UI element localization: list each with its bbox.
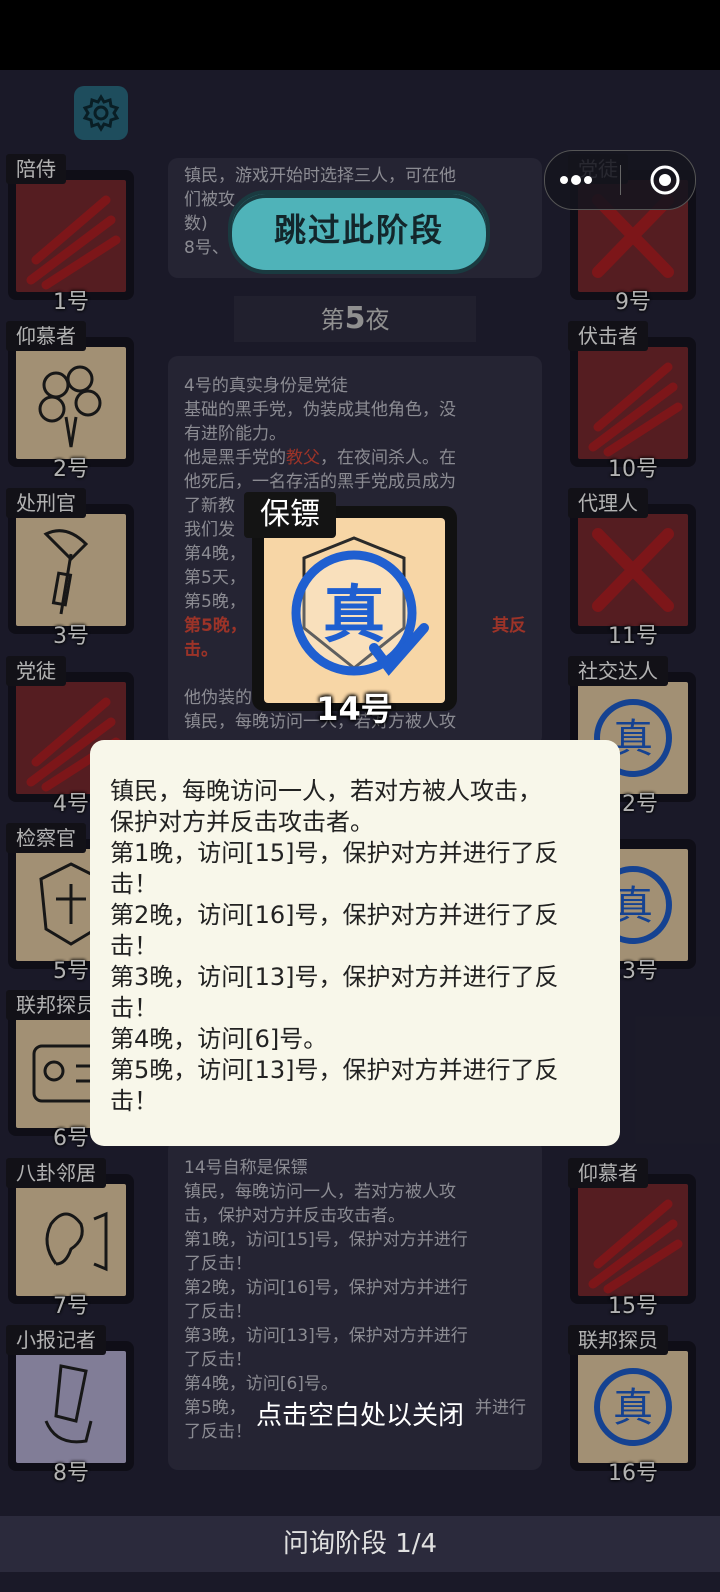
popup-line: 第3晚，访问[13]号，保护对方并进行了反 [110,963,559,991]
claw-mark-icon [588,362,683,457]
info-line: 基础的黑手党，伪装成其他角色，没 [184,400,456,420]
axe-icon [43,529,89,615]
info-line: 14号自称是保镖 [184,1158,308,1178]
info-line: 镇民，游戏开始时选择三人，可在他 [184,166,456,186]
role-tag: 保镖 [244,492,336,538]
role-tag: 代理人 [568,488,648,518]
info-line: 了反击！ [184,1350,252,1370]
seat-number: 2号 [53,457,89,482]
info-line: 4号的真实身份是党徒 [184,376,348,396]
popup-line: 第1晚，访问[15]号，保护对方并进行了反 [110,839,559,867]
info-text: ，在夜间杀人。在 [320,448,456,468]
seat-number: 14号 [316,690,393,728]
skip-phase-button[interactable]: 跳过此阶段 [228,190,490,274]
seal-glyph: 真 [323,578,385,651]
close-miniapp-icon[interactable] [648,163,682,197]
role-tag: 联邦探员 [568,1325,668,1355]
role-tag: 八卦邻居 [6,1158,106,1188]
popup-line: 镇民，每晚访问一人，若对方被人攻击， [110,777,542,805]
role-tag: 仰慕者 [568,1158,648,1188]
role-tag: 党徒 [6,656,66,686]
role-tag: 处刑官 [6,488,86,518]
player-card-10[interactable]: 伏击者 10号 [564,321,702,482]
seat-number: 16号 [608,1461,658,1486]
claw-mark-icon [26,195,121,290]
info-text: 其反 [492,616,526,636]
player-card-11[interactable]: 代理人 11号 [564,488,702,649]
info-text: 他是黑手党的 [184,448,286,468]
settings-button[interactable] [74,86,128,140]
role-tag: 小报记者 [6,1325,106,1355]
capsule-divider [620,165,622,195]
night-indicator: 第5夜 [234,296,476,342]
card-portrait [16,347,126,459]
bouquet-icon [38,365,102,448]
seat-number: 1号 [53,290,89,315]
card-portrait [16,514,126,626]
info-line: 第4晚，访问[6]号。 [184,1374,338,1394]
player-card-2[interactable]: 仰慕者 2号 [2,321,140,482]
card-portrait: 真 [264,518,445,703]
popup-line: 击！ [110,1087,158,1115]
night-number: 5 [344,301,366,336]
player-card-7[interactable]: 八卦邻居 7号 [2,1158,140,1319]
role-tag: 仰慕者 [6,321,86,351]
player-card-15[interactable]: 仰慕者 15号 [564,1158,702,1319]
tap-to-close-hint: 点击空白处以关闭 [255,1401,464,1431]
popup-line: 保护对方并反击攻击者。 [110,808,374,836]
info-text: 第5晚， [184,616,247,636]
highlight-role: 教父 [286,448,320,468]
info-line: 击，保护对方并反击攻击者。 [184,1206,405,1226]
popup-line: 第5晚，访问[13]号，保护对方并进行了反 [110,1056,559,1084]
info-line: 有进阶能力。 [184,424,286,444]
role-tag: 检察官 [6,823,86,853]
card-portrait [16,1184,126,1296]
role-tag: 伏击者 [568,321,648,351]
info-line: 了反击！ [184,1302,252,1322]
ear-icon [45,1211,108,1272]
player-card-3[interactable]: 处刑官 3号 [2,488,140,649]
seat-number: 3号 [53,624,89,649]
claw-mark-icon [588,1199,683,1294]
info-line: 第1晚，访问[15]号，保护对方并进行 [184,1230,468,1250]
seat-number: 9号 [615,290,651,315]
verified-seal-icon: 真 [291,536,429,676]
seat-number: 10号 [608,457,658,482]
miniapp-capsule [544,150,696,210]
info-line: 他死后，一名存活的黑手党成员成为 [184,472,456,492]
role-tag: 陪侍 [6,154,66,184]
seat-number: 15号 [608,1294,658,1319]
info-line: 了反击！ [184,1254,252,1274]
player-card-1[interactable]: 陪侍 1号 [2,154,140,315]
selected-player-card: 真 保镖 14号 [244,492,457,728]
seat-number: 11号 [608,624,658,649]
popup-line: 击！ [110,994,158,1022]
cross-mark-icon [592,528,674,612]
popup-line: 第4晚，访问[6]号。 [110,1025,328,1053]
more-icon[interactable] [558,174,594,186]
info-line: 第3晚，访问[13]号，保护对方并进行 [184,1326,468,1346]
gear-icon [82,94,120,132]
night-suffix: 夜 [365,306,390,334]
info-line: 第2晚，访问[16]号，保护对方并进行 [184,1278,468,1298]
status-bar [0,0,720,70]
role-detail-popup: 镇民，每晚访问一人，若对方被人攻击， 保护对方并反击攻击者。 第1晚，访问[15… [90,740,620,1146]
popup-line: 第2晚，访问[16]号，保护对方并进行了反 [110,901,559,929]
seat-number: 7号 [53,1294,89,1319]
info-line: 他是黑手党的教父，在夜间杀人。在 [184,446,526,470]
role-tag: 社交达人 [568,656,668,686]
night-prefix: 第 [320,306,345,334]
seat-number: 8号 [53,1461,89,1486]
popup-line: 击！ [110,932,158,960]
popup-line: 击！ [110,870,158,898]
info-line: 镇民，每晚访问一人，若对方被人攻 [184,1182,456,1202]
phase-bar: 问询阶段 1/4 [0,1516,720,1572]
